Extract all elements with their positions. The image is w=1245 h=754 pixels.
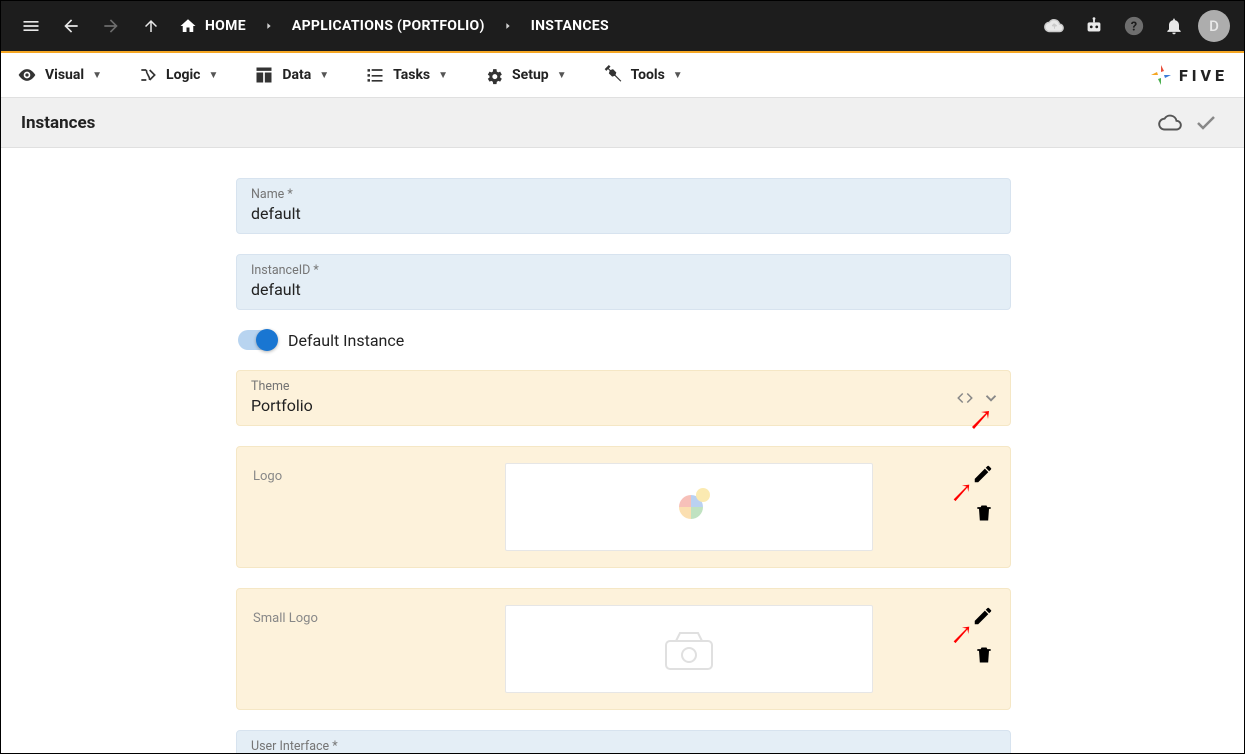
check-icon[interactable]: [1188, 105, 1224, 141]
breadcrumb-applications-label: APPLICATIONS (PORTFOLIO): [292, 18, 485, 34]
content-scroll[interactable]: Name * default InstanceID * default Defa…: [1, 148, 1232, 753]
breadcrumb-home-label: HOME: [205, 18, 246, 34]
tab-visual-label: Visual: [45, 67, 84, 83]
default-instance-toggle[interactable]: [238, 330, 274, 350]
forward-icon: [93, 8, 129, 44]
breadcrumb-instances[interactable]: INSTANCES: [525, 18, 615, 34]
brand-text: FIVE: [1179, 66, 1228, 85]
topbar: HOME APPLICATIONS (PORTFOLIO) INSTANCES …: [1, 1, 1244, 53]
breadcrumb-instances-label: INSTANCES: [531, 18, 609, 34]
up-icon[interactable]: [133, 8, 169, 44]
tab-logic-label: Logic: [166, 67, 200, 83]
default-instance-label: Default Instance: [288, 331, 404, 350]
tab-setup[interactable]: Setup▼: [484, 65, 567, 85]
theme-label: Theme: [251, 379, 996, 394]
default-instance-row: Default Instance: [236, 330, 1011, 350]
chevron-right-icon: [495, 21, 521, 31]
annotation-arrow: [950, 481, 972, 503]
delete-small-logo-button[interactable]: [974, 645, 994, 665]
tab-tools-label: Tools: [631, 67, 665, 83]
instanceid-label: InstanceID *: [251, 263, 996, 278]
chevron-down-icon[interactable]: [982, 389, 1000, 407]
logo-field: Logo: [236, 446, 1011, 568]
avatar-letter: D: [1209, 17, 1219, 35]
instanceid-value: default: [251, 280, 996, 299]
logo-preview: [505, 463, 873, 551]
breadcrumb-applications[interactable]: APPLICATIONS (PORTFOLIO): [286, 18, 491, 34]
tab-tools[interactable]: Tools▼: [603, 65, 683, 85]
chevron-down-icon[interactable]: [982, 749, 1000, 753]
instanceid-field[interactable]: InstanceID * default: [236, 254, 1011, 310]
edit-small-logo-button[interactable]: [972, 605, 994, 627]
brand-logo: FIVE: [1149, 63, 1228, 87]
tab-setup-label: Setup: [512, 67, 549, 83]
logo-label: Logo: [253, 463, 443, 484]
page-header: Instances: [1, 98, 1244, 148]
code-icon[interactable]: [956, 389, 974, 407]
theme-field[interactable]: Theme Portfolio: [236, 370, 1011, 426]
small-logo-preview: [505, 605, 873, 693]
tab-logic[interactable]: Logic▼: [138, 65, 218, 85]
edit-logo-button[interactable]: [972, 463, 994, 485]
tab-visual[interactable]: Visual▼: [17, 65, 102, 85]
back-icon[interactable]: [53, 8, 89, 44]
small-logo-label: Small Logo: [253, 605, 443, 626]
help-icon[interactable]: ?: [1116, 8, 1152, 44]
tab-tasks[interactable]: Tasks▼: [365, 65, 448, 85]
avatar[interactable]: D: [1196, 8, 1232, 44]
breadcrumb-home[interactable]: HOME: [173, 17, 252, 35]
cloud-sync-icon[interactable]: [1036, 8, 1072, 44]
robot-icon[interactable]: [1076, 8, 1112, 44]
name-field[interactable]: Name * default: [236, 178, 1011, 234]
name-label: Name *: [251, 187, 996, 202]
small-logo-field: Small Logo: [236, 588, 1011, 710]
hamburger-icon[interactable]: [13, 8, 49, 44]
tab-data-label: Data: [282, 67, 311, 83]
user-interface-field[interactable]: User Interface * Boston: [236, 730, 1011, 753]
annotation-arrow: [950, 623, 972, 645]
svg-text:?: ?: [1131, 20, 1137, 35]
tab-data[interactable]: Data▼: [254, 65, 329, 85]
ui-label: User Interface *: [251, 739, 996, 753]
tab-tasks-label: Tasks: [393, 67, 430, 83]
tabbar: Visual▼ Logic▼ Data▼ Tasks▼ Setup▼ Tools…: [1, 53, 1244, 98]
page-title: Instances: [21, 113, 95, 133]
cloud-icon[interactable]: [1152, 105, 1188, 141]
delete-logo-button[interactable]: [974, 503, 994, 523]
chevron-right-icon: [256, 21, 282, 31]
bell-icon[interactable]: [1156, 8, 1192, 44]
theme-value: Portfolio: [251, 396, 996, 415]
name-value: default: [251, 204, 996, 223]
